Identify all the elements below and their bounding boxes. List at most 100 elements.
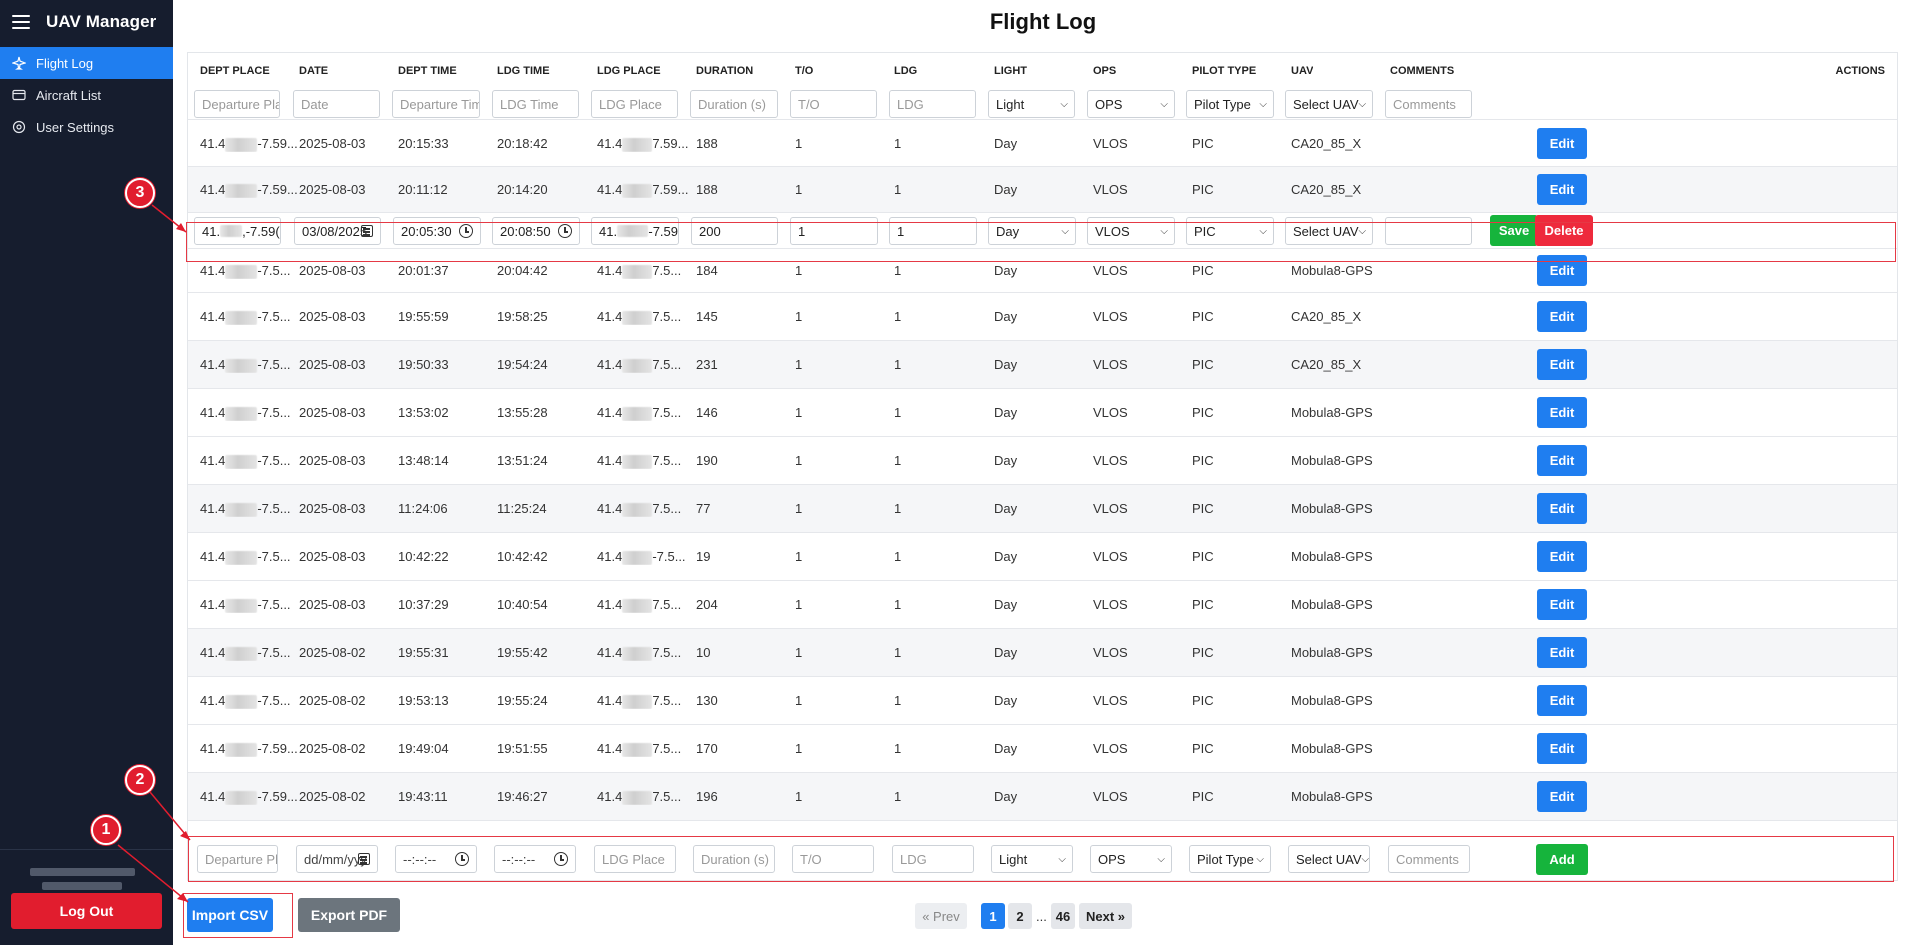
- pagination-page-46[interactable]: 46: [1051, 903, 1075, 929]
- filter-dept-time-input[interactable]: Departure Time: [392, 90, 480, 118]
- edit-ops-select[interactable]: VLOS ⌵: [1087, 217, 1175, 245]
- filter-ldg-place-input[interactable]: LDG Place: [591, 90, 678, 118]
- edit-uav-select[interactable]: Select UAV ⌵: [1285, 217, 1373, 245]
- edit-ldg-time-input[interactable]: 20:08:50: [492, 217, 580, 245]
- new-ldg-place-input[interactable]: LDG Place: [594, 845, 676, 873]
- coord-suffix: 7.5...: [652, 263, 682, 278]
- edit-light-select[interactable]: Day ⌵: [988, 217, 1076, 245]
- filter-pilot-type-select[interactable]: Pilot Type ⌵: [1186, 90, 1274, 118]
- coord-suffix: -7.59...: [257, 741, 298, 756]
- sidebar-item-user-settings[interactable]: User Settings: [0, 111, 173, 143]
- new-comments-input[interactable]: Comments: [1388, 845, 1470, 873]
- coord-suffix: 7.5...: [652, 309, 682, 324]
- edit-ldg-place-end: -7.59: [648, 223, 678, 239]
- cell-lt: 20:04:42: [497, 263, 548, 278]
- new-dept-time-input[interactable]: --:--:--: [395, 845, 477, 873]
- edit-comments-input[interactable]: [1385, 217, 1472, 245]
- filter-light-select[interactable]: Light ⌵: [988, 90, 1075, 118]
- clock-icon[interactable]: [558, 224, 572, 238]
- cell-date: 2025-08-03: [299, 405, 366, 420]
- new-to-input[interactable]: T/O: [792, 845, 874, 873]
- cell-dur: 10: [696, 645, 711, 660]
- cell-ldg: 1: [894, 309, 902, 324]
- filter-ldg-input[interactable]: LDG: [889, 90, 976, 118]
- delete-button[interactable]: Delete: [1535, 215, 1593, 246]
- edit-button[interactable]: Edit: [1537, 255, 1587, 286]
- save-button[interactable]: Save: [1490, 215, 1538, 246]
- new-date-input[interactable]: dd/mm/yyy: [296, 845, 378, 873]
- edit-button[interactable]: Edit: [1537, 541, 1587, 572]
- edit-button[interactable]: Edit: [1537, 589, 1587, 620]
- add-button[interactable]: Add: [1536, 844, 1588, 875]
- filter-ldg-time-input[interactable]: LDG Time: [492, 90, 579, 118]
- cell-lt: 10:42:42: [497, 549, 548, 564]
- cell-to: 1: [795, 136, 803, 151]
- new-ldg-input[interactable]: LDG: [892, 845, 974, 873]
- edit-ldg-place-input[interactable]: 41. -7.59: [591, 217, 679, 245]
- calendar-icon[interactable]: [361, 225, 373, 237]
- new-ops-select[interactable]: OPS ⌵: [1090, 845, 1172, 873]
- filter-duration-input[interactable]: Duration (s): [690, 90, 778, 118]
- edit-duration-input[interactable]: 200: [691, 217, 778, 245]
- cell-date: 2025-08-03: [299, 501, 366, 516]
- edit-button[interactable]: Edit: [1537, 733, 1587, 764]
- filter-comments-input[interactable]: Comments: [1385, 90, 1472, 118]
- new-pilot-type-select[interactable]: Pilot Type ⌵: [1189, 845, 1271, 873]
- cell-ops: VLOS: [1093, 136, 1128, 151]
- import-csv-button[interactable]: Import CSV: [187, 898, 273, 932]
- cell-pilot: PIC: [1192, 136, 1214, 151]
- redacted-coordinates: [225, 790, 258, 805]
- cell-date: 2025-08-03: [299, 453, 366, 468]
- filter-date-input[interactable]: Date: [293, 90, 380, 118]
- edit-to-input[interactable]: 1: [790, 217, 878, 245]
- sidebar-item-flight-log[interactable]: Flight Log: [0, 47, 173, 79]
- edit-button[interactable]: Edit: [1537, 174, 1587, 205]
- edit-dept-time-input[interactable]: 20:05:30: [393, 217, 481, 245]
- new-duration-input[interactable]: Duration (s): [693, 845, 775, 873]
- new-uav-select[interactable]: Select UAV ⌵: [1288, 845, 1370, 873]
- clock-icon[interactable]: [455, 852, 469, 866]
- redacted-coordinates: [225, 694, 258, 709]
- clock-icon[interactable]: [554, 852, 568, 866]
- chevron-down-icon: ⌵: [1259, 98, 1267, 110]
- new-ldg-time-input[interactable]: --:--:--: [494, 845, 576, 873]
- cell-lt: 19:58:25: [497, 309, 548, 324]
- filter-uav-select[interactable]: Select UAV ⌵: [1285, 90, 1373, 118]
- clock-icon[interactable]: [459, 224, 473, 238]
- cell-pilot: PIC: [1192, 453, 1214, 468]
- redacted-coordinates: [622, 137, 653, 152]
- sidebar: UAV Manager Flight Log Aircraft List Use…: [0, 0, 173, 945]
- edit-button[interactable]: Edit: [1537, 128, 1587, 159]
- edit-button[interactable]: Edit: [1537, 445, 1587, 476]
- edit-button[interactable]: Edit: [1537, 397, 1587, 428]
- pagination-page-2[interactable]: 2: [1008, 903, 1032, 929]
- pagination-page-1[interactable]: 1: [981, 903, 1005, 929]
- edit-date-input[interactable]: 03/08/2025: [294, 217, 381, 245]
- new-dept-place-input[interactable]: Departure Plac: [197, 845, 278, 873]
- export-pdf-button[interactable]: Export PDF: [298, 898, 400, 932]
- cell-lt: 13:51:24: [497, 453, 548, 468]
- sidebar-item-aircraft-list[interactable]: Aircraft List: [0, 79, 173, 111]
- edit-dept-place-input[interactable]: 41. ,-7.59(: [194, 217, 281, 245]
- filter-dept-place-input[interactable]: Departure Place: [194, 90, 280, 118]
- calendar-icon[interactable]: [358, 853, 370, 865]
- edit-button[interactable]: Edit: [1537, 781, 1587, 812]
- coord-suffix: -7.5...: [257, 693, 291, 708]
- filter-to-input[interactable]: T/O: [790, 90, 877, 118]
- pagination-prev[interactable]: « Prev: [915, 903, 967, 929]
- logout-button[interactable]: Log Out: [11, 893, 162, 929]
- new-light-select[interactable]: Light ⌵: [991, 845, 1073, 873]
- edit-ldg-input[interactable]: 1: [889, 217, 977, 245]
- edit-button[interactable]: Edit: [1537, 493, 1587, 524]
- cell-uav: Mobula8-GPS: [1291, 501, 1373, 516]
- edit-button[interactable]: Edit: [1537, 685, 1587, 716]
- edit-button[interactable]: Edit: [1537, 349, 1587, 380]
- edit-button[interactable]: Edit: [1537, 637, 1587, 668]
- edit-pilot-type-select[interactable]: PIC ⌵: [1186, 217, 1274, 245]
- pagination-next[interactable]: Next »: [1079, 903, 1132, 929]
- table-row: 41.4 -7.5... 2025-08-03 13:48:14 13:51:24 41.…: [188, 437, 1897, 485]
- hamburger-menu-icon[interactable]: [12, 10, 36, 34]
- filter-ops-select[interactable]: OPS ⌵: [1087, 90, 1175, 118]
- edit-button[interactable]: Edit: [1537, 301, 1587, 332]
- coord-suffix: -7.59...: [257, 789, 298, 804]
